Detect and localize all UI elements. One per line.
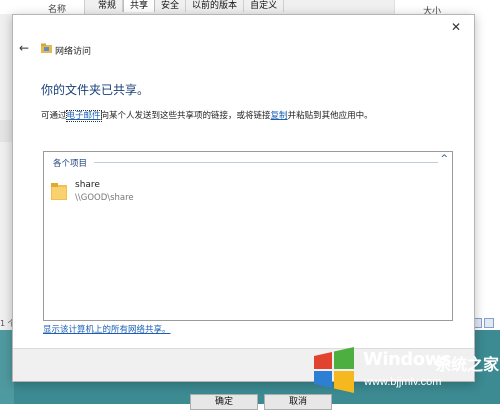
tab-customize[interactable]: 自定义	[244, 0, 285, 12]
group-divider	[94, 162, 438, 163]
bg-selection-strip	[0, 120, 12, 142]
email-link[interactable]: 电子邮件	[65, 110, 102, 122]
item-name: share	[75, 180, 100, 190]
windows-logo-icon	[314, 347, 354, 393]
page-heading: 你的文件夹已共享。	[41, 83, 150, 97]
shared-items-list[interactable]: 各个项目 ^ share \\GOOD\share	[43, 151, 453, 321]
show-all-shares-link[interactable]: 显示该计算机上的所有网络共享。	[43, 323, 171, 335]
close-icon[interactable]: ✕	[448, 19, 464, 35]
share-description: 可通过电子邮件向某个人发送到这些共享项的链接，或将链接复制并粘贴到其他应用中。	[41, 109, 373, 122]
list-item[interactable]: share \\GOOD\share	[51, 180, 251, 214]
network-folder-icon	[41, 43, 52, 53]
tab-sharing[interactable]: 共享	[123, 0, 156, 12]
tab-general[interactable]: 常规	[92, 0, 124, 12]
item-path: \\GOOD\share	[75, 193, 134, 203]
dialog-title: 网络访问	[55, 47, 92, 57]
tab-security[interactable]: 安全	[155, 0, 187, 12]
collapse-chevron-icon[interactable]: ^	[440, 154, 448, 164]
network-access-dialog: ✕ ← 网络访问 你的文件夹已共享。 可通过电子邮件向某个人发送到这些共享项的链…	[12, 14, 475, 382]
desc-text-start: 可通过	[41, 111, 67, 121]
ok-button[interactable]: 确定	[190, 394, 258, 410]
desc-text-end: 并粘贴到其他应用中。	[287, 111, 373, 121]
bg-name-header: 名称	[0, 0, 85, 15]
watermark-cn: 系统之家	[435, 355, 500, 374]
tab-previous-versions[interactable]: 以前的版本	[186, 0, 245, 12]
folder-icon	[51, 183, 67, 200]
watermark: Windows 系统之家 www.bjjmlv.com	[300, 343, 500, 404]
back-arrow-icon[interactable]: ←	[17, 41, 31, 55]
group-header-individual-items: 各个项目	[53, 159, 88, 169]
watermark-url: www.bjjmlv.com	[364, 376, 442, 388]
desc-text-middle: 向某个人发送到这些共享项的链接，或将链接	[100, 111, 271, 121]
copy-link[interactable]: 复制	[271, 111, 288, 121]
large-icons-view-icon[interactable]	[484, 318, 494, 328]
bg-tabs: 常规 共享 安全 以前的版本 自定义	[92, 0, 285, 12]
